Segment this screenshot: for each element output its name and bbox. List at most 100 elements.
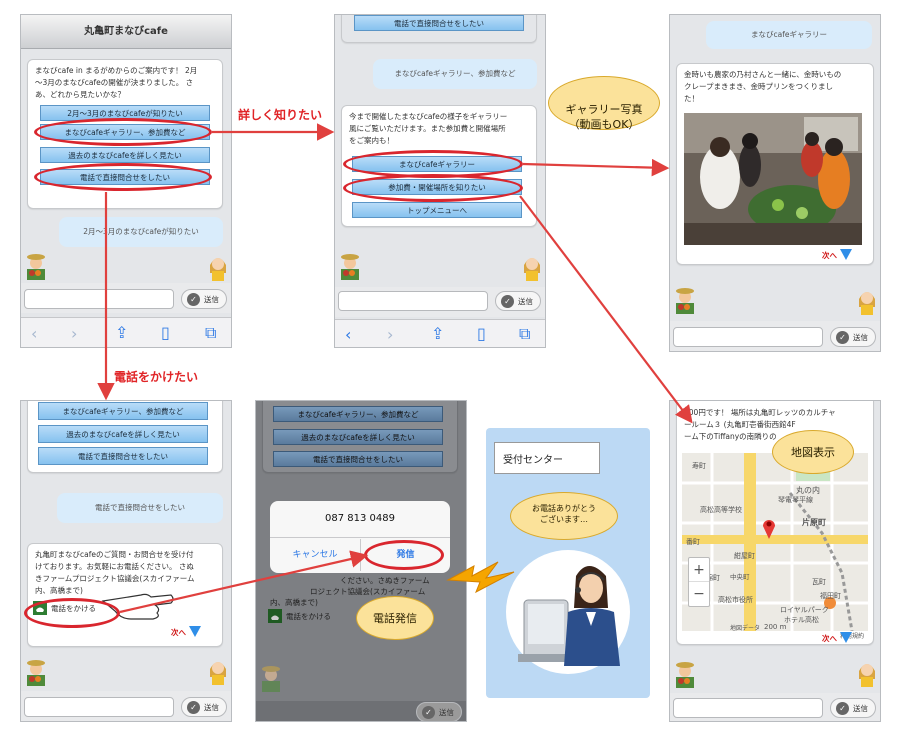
reception-speech-line2: ございます… <box>540 515 588 524</box>
map-label-fukudamachi: 福田町 <box>820 592 841 600</box>
screen5-call-link: 電話をかける <box>268 609 358 625</box>
screen1-send-label: 送信 <box>204 295 219 304</box>
screen2-message-line2: 風にご覧いただけます。また参加費と開催場所 <box>349 124 506 133</box>
map-zoom-in-button[interactable]: + <box>689 558 709 582</box>
map-label-high-school: 高松高等学校 <box>700 506 742 514</box>
map-label-royal-park: ロイヤルパーク <box>780 606 829 614</box>
screen6-next-label[interactable]: 次へ <box>822 633 837 644</box>
screen2-send-button[interactable]: ✓ 送信 <box>495 291 541 311</box>
screen3-message-line3: た！ <box>684 94 699 103</box>
screen5-button-gallery: まなびcafeギャラリー、参加費など <box>273 406 443 422</box>
back-icon[interactable]: ‹ <box>31 326 37 342</box>
reception-title-box: 受付センター <box>494 442 600 474</box>
farmer-avatar <box>341 254 359 280</box>
screen5-button-past: 過去のまなびcafeを詳しく見たい <box>273 429 443 445</box>
screen4-input-bar: ✓ 送信 <box>21 691 231 721</box>
screen5-bg-text-line3: ロジェクト協議会(スカイファーム <box>310 587 426 596</box>
operator-illustration <box>506 550 630 674</box>
check-icon: ✓ <box>187 701 200 714</box>
tabs-icon[interactable]: ⧉ <box>205 325 216 341</box>
bookmarks-icon[interactable]: ▯ <box>161 325 170 341</box>
screen1-safari-toolbar: ‹ › ⇪ ▯ ⧉ <box>21 317 231 347</box>
screen1-user-bubble: 2月～3月のまなびcafeが知りたい <box>59 217 223 247</box>
screen1-message-line1: まなびcafe in まるがめからのご案内です！ 2月 <box>35 66 198 75</box>
screen5-cancel-button[interactable]: キャンセル <box>270 539 360 571</box>
screen1-message-input[interactable] <box>24 289 174 309</box>
screen5-send-label: 送信 <box>439 708 454 717</box>
check-icon: ✓ <box>836 702 849 715</box>
screen1-message-line3: あ、どれから見たいかな？ <box>35 90 125 99</box>
screen2-safari-toolbar: ‹ › ⇪ ▯ ⧉ <box>335 319 545 347</box>
screen1-send-button[interactable]: ✓ 送信 <box>181 289 227 309</box>
screen4-message-line2: けております。お気軽にお電話ください。 さぬ <box>35 562 194 571</box>
phone-icon <box>268 609 282 623</box>
screen4-next-arrow-icon[interactable] <box>189 626 201 637</box>
screen6-send-label: 送信 <box>853 704 868 713</box>
reception-title: 受付センター <box>503 455 563 466</box>
share-icon[interactable]: ⇪ <box>431 326 444 342</box>
screen4-phone: まなびcafeギャラリー、参加費など 過去のまなびcafeを詳しく見たい 電話で… <box>20 400 232 722</box>
screen4-message-input[interactable] <box>24 697 174 717</box>
label-call-want: 電話をかけたい <box>114 370 199 384</box>
map-label-scale: 200 m <box>764 623 787 631</box>
screen6-message-line1: 000円です！ 場所は丸亀町レッツのカルチャ <box>684 408 836 417</box>
bookmarks-icon[interactable]: ▯ <box>477 326 486 342</box>
screen3-message-line1: 金時いも農家の乃村さんと一緒に、金時いもの <box>684 70 842 79</box>
callout-map-text: 地図表示 <box>791 446 835 459</box>
forward-icon[interactable]: › <box>71 326 77 342</box>
screen3-next-arrow-icon[interactable] <box>840 249 852 260</box>
back-icon[interactable]: ‹ <box>345 327 351 343</box>
screen1-message-line2: ～3月のまなびcafeの開催が決まりました。 さ <box>35 78 194 87</box>
screen4-message-line1: 丸亀町まなびcafeのご質問・お問合せを受け付 <box>35 550 194 559</box>
screen3-phone: まなびcafeギャラリー 金時いも農家の乃村さんと一緒に、金時いもの クレープま… <box>669 14 881 352</box>
forward-icon[interactable]: › <box>387 327 393 343</box>
map-label-kotoden: 琴電琴平線 <box>778 496 813 504</box>
map-zoom-out-button[interactable]: − <box>689 582 709 606</box>
screen6-message-input[interactable] <box>673 698 823 718</box>
tabs-icon[interactable]: ⧉ <box>519 326 530 342</box>
gallery-photo[interactable] <box>684 113 862 245</box>
farmer-avatar <box>676 288 694 314</box>
screen2-message-line3: をご案内も！ <box>349 136 394 145</box>
screen4-button-phone[interactable]: 電話で直接問合せをしたい <box>38 447 208 465</box>
screen2-button-top-menu[interactable]: トップメニューへ <box>352 202 522 218</box>
farmer-avatar <box>27 660 45 686</box>
check-icon: ✓ <box>422 706 435 719</box>
screen3-next-label[interactable]: 次へ <box>822 250 837 261</box>
screen5-input-bar: ✓ 送信 <box>256 701 466 721</box>
screen5-send-button: ✓ 送信 <box>416 702 462 721</box>
screen2-message-line1: 今まで開催したまなびcafeの様子をギャラリー <box>349 112 508 121</box>
check-icon: ✓ <box>187 293 200 306</box>
screen1-input-bar: ✓ 送信 <box>21 283 231 313</box>
screen2-top-bubble-tail <box>341 15 537 43</box>
screen4-next-label[interactable]: 次へ <box>171 627 186 638</box>
screen3-message-line2: クレープまきまき、金時プリンをつくりまし <box>684 82 834 91</box>
screen5-dialog-divider <box>270 537 450 538</box>
callout-map: 地図表示 <box>772 430 854 474</box>
screen6-next-arrow-icon[interactable] <box>840 632 852 643</box>
screen6-message-line2: ールーム３ (丸亀町壱番街西館4F <box>684 420 796 429</box>
screen4-send-label: 送信 <box>204 703 219 712</box>
reception-speech-bubble: お電話ありがとう ございます… <box>510 492 618 540</box>
screen4-button-past[interactable]: 過去のまなびcafeを詳しく見たい <box>38 425 208 443</box>
screen4-ring-call <box>24 598 120 628</box>
screen6-input-bar: ✓ 送信 <box>670 693 880 721</box>
map-label-hotel-takamatsu: ホテル高松 <box>784 616 819 624</box>
screen2-send-label: 送信 <box>518 297 533 306</box>
screen3-message-input[interactable] <box>673 327 823 347</box>
screen2-user-bubble: まなびcafeギャラリー、参加費など <box>373 59 537 89</box>
screen3-send-button[interactable]: ✓ 送信 <box>830 327 876 347</box>
map-label-kotobuki: 寿町 <box>692 462 706 470</box>
screen4-button-gallery[interactable]: まなびcafeギャラリー、参加費など <box>38 402 208 420</box>
farmer-avatar <box>27 254 45 280</box>
map-pin-icon <box>763 520 775 539</box>
callout-gallery: ギャラリー写真 （動画もOK） <box>548 76 660 131</box>
screen6-send-button[interactable]: ✓ 送信 <box>830 698 876 718</box>
screen5-bg-text: ください。さぬきファーム ロジェクト協議会(スカイファーム 内、高橋まで) <box>270 575 454 608</box>
screen3-user-bubble: まなびcafeギャラリー <box>706 21 872 49</box>
screen1-ring-phone <box>34 163 212 191</box>
screen4-send-button[interactable]: ✓ 送信 <box>181 697 227 717</box>
screen2-message-input[interactable] <box>338 291 488 311</box>
share-icon[interactable]: ⇪ <box>115 325 128 341</box>
screen1-button-past[interactable]: 過去のまなびcafeを詳しく見たい <box>40 147 210 163</box>
